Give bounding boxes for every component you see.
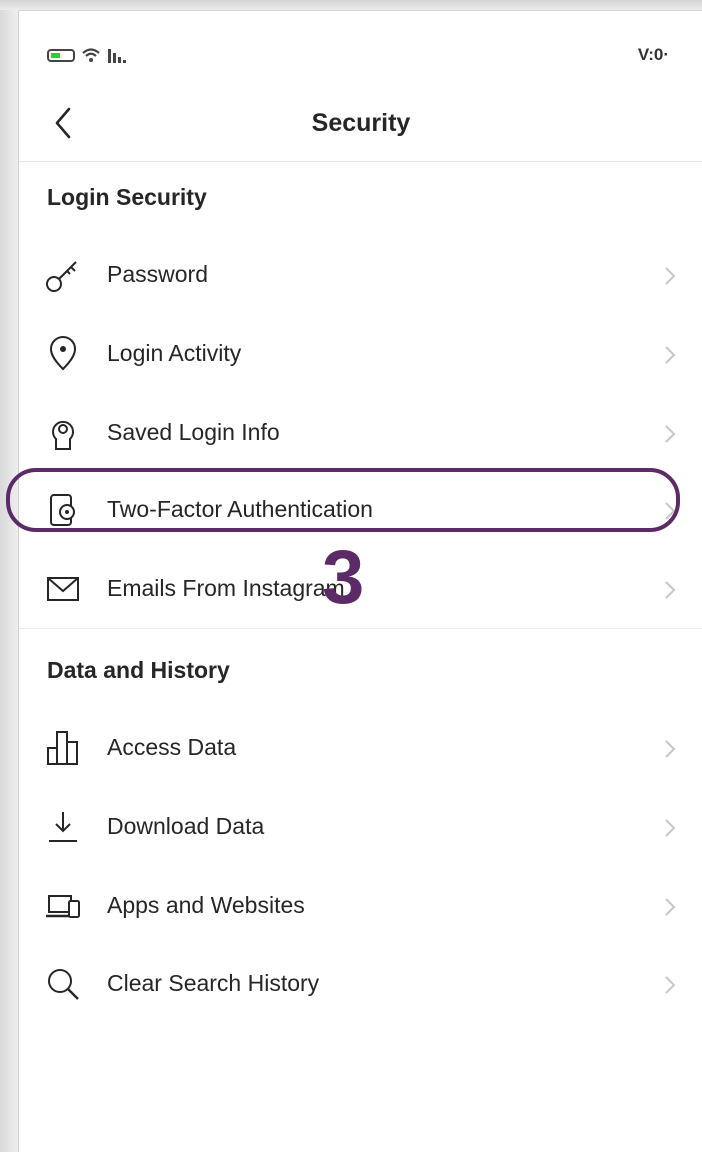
row-access-data[interactable]: Access Data — [19, 710, 702, 788]
row-download-data[interactable]: Download Data — [19, 789, 702, 867]
section-header-data-and-history: Data and History — [47, 657, 230, 683]
row-login-activity[interactable]: Login Activity — [19, 316, 702, 394]
bar-chart-icon — [47, 731, 78, 765]
row-saved-login-info[interactable]: Saved Login Info — [19, 395, 702, 473]
chevron-right-icon — [665, 898, 676, 916]
keyhole-icon — [52, 420, 74, 450]
battery-icon — [47, 48, 75, 62]
row-label: Apps and Websites — [107, 892, 305, 918]
row-label: Access Data — [107, 734, 237, 760]
row-label: Saved Login Info — [107, 419, 280, 445]
chevron-right-icon — [665, 819, 676, 837]
chevron-right-icon — [665, 425, 676, 443]
chevron-right-icon — [665, 740, 676, 758]
status-bar: V:0· — [19, 11, 702, 91]
chevron-right-icon — [665, 976, 676, 994]
row-label: Clear Search History — [107, 970, 320, 996]
chevron-right-icon — [665, 581, 676, 599]
section-divider — [19, 628, 702, 629]
laptop-phone-icon — [46, 895, 80, 918]
device-frame-left — [0, 0, 18, 1152]
download-icon — [49, 812, 77, 842]
location-pin-icon — [49, 336, 77, 371]
search-icon — [48, 969, 79, 1000]
step-number-badge: 3 — [322, 535, 365, 620]
row-password[interactable]: Password — [19, 237, 702, 315]
status-icons — [47, 47, 129, 63]
status-time: V:0· — [637, 45, 669, 64]
chevron-right-icon — [665, 267, 676, 285]
highlight-outline — [6, 468, 680, 532]
nav-bar: Security — [19, 91, 702, 162]
signal-icon — [108, 49, 126, 63]
wifi-icon — [82, 48, 100, 62]
row-label: Password — [107, 261, 208, 287]
row-label: Download Data — [107, 813, 265, 839]
envelope-icon — [47, 577, 79, 601]
row-clear-search-history[interactable]: Clear Search History — [19, 946, 702, 1024]
chevron-right-icon — [665, 346, 676, 364]
row-apps-and-websites[interactable]: Apps and Websites — [19, 868, 702, 946]
page-title: Security — [311, 109, 411, 137]
device-frame-top — [0, 0, 702, 10]
row-label: Login Activity — [107, 340, 242, 366]
key-icon — [46, 261, 77, 292]
section-header-login-security: Login Security — [47, 184, 207, 210]
row-label: Emails From Instagram — [107, 575, 345, 601]
